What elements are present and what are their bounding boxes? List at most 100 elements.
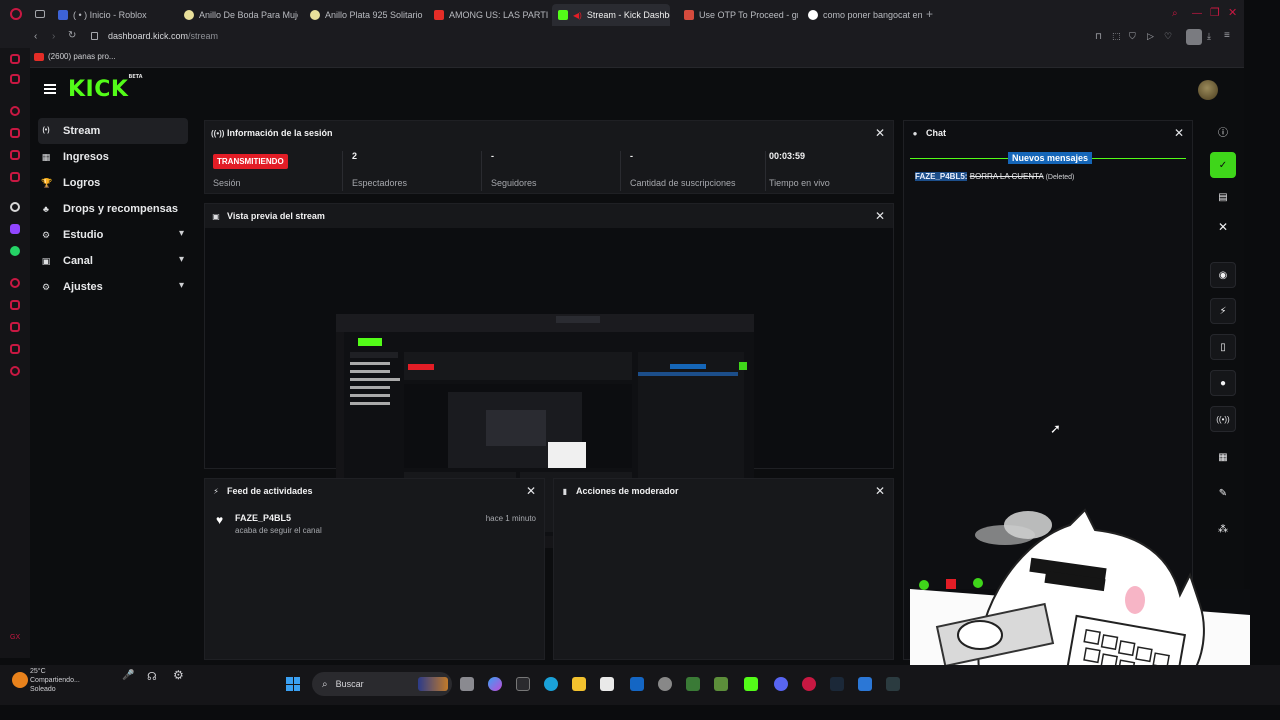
layout-icon[interactable]: ▤ bbox=[1210, 184, 1236, 210]
sidebar-item-stream[interactable]: (•) Stream bbox=[38, 118, 188, 144]
chevron-down-icon[interactable]: ▾ bbox=[179, 254, 184, 265]
more-icon[interactable]: GX bbox=[10, 634, 20, 641]
epic-games-icon[interactable] bbox=[516, 677, 530, 691]
tab-gmail[interactable]: Use OTP To Proceed - gm bbox=[678, 4, 798, 26]
info-icon[interactable]: ⓘ bbox=[1210, 118, 1236, 144]
bookmark-item[interactable]: (2600) panas pro... bbox=[48, 52, 116, 61]
close-icon[interactable]: ✕ bbox=[1174, 126, 1184, 140]
home-icon[interactable] bbox=[10, 54, 20, 64]
sidebar-item-ingresos[interactable]: ▦ Ingresos bbox=[38, 144, 188, 170]
reload-icon[interactable]: ↻ bbox=[68, 30, 76, 41]
extensions-icon[interactable] bbox=[10, 300, 20, 310]
lightning-icon[interactable]: ⚡ bbox=[1210, 298, 1236, 324]
whatsapp-icon[interactable] bbox=[10, 246, 20, 256]
opera-logo-icon[interactable] bbox=[10, 8, 22, 20]
history-side-icon[interactable] bbox=[10, 344, 20, 354]
minecraft-icon[interactable] bbox=[714, 677, 728, 691]
shield-icon[interactable]: ⛉ bbox=[1129, 31, 1136, 42]
wrench-icon[interactable]: ✎ bbox=[1210, 480, 1236, 506]
twitch-icon[interactable] bbox=[10, 224, 20, 234]
player-side-icon[interactable] bbox=[10, 172, 20, 182]
messenger-icon[interactable] bbox=[10, 150, 20, 160]
downloads-icon[interactable] bbox=[10, 322, 20, 332]
maximize-icon[interactable]: ❐ bbox=[1210, 6, 1220, 19]
search-tabs-icon[interactable]: ⌕ bbox=[1172, 8, 1178, 19]
weather-status: Compartiendo... bbox=[30, 677, 80, 684]
gear-icon[interactable]: ⚙ bbox=[173, 668, 184, 682]
file-explorer-icon[interactable] bbox=[572, 677, 586, 691]
hamburger-menu-icon[interactable] bbox=[44, 84, 56, 94]
excel-icon[interactable] bbox=[744, 677, 758, 691]
tab-label: AMONG US: LAS PARTID bbox=[449, 10, 548, 20]
tab-anillo-plata[interactable]: Anillo Plata 925 Solitario bbox=[304, 4, 424, 26]
outlook-icon[interactable] bbox=[630, 677, 644, 691]
feed-username[interactable]: FAZE_P4BL5 bbox=[235, 513, 291, 523]
close-icon[interactable]: ✕ bbox=[526, 484, 536, 498]
camera-icon[interactable]: ◉ bbox=[1210, 262, 1236, 288]
profile-avatar[interactable] bbox=[1186, 29, 1202, 45]
close-window-icon[interactable]: ✕ bbox=[1228, 6, 1237, 19]
capcut-icon[interactable] bbox=[658, 677, 672, 691]
chevron-down-icon[interactable]: ▾ bbox=[179, 228, 184, 239]
aria-icon[interactable] bbox=[10, 128, 20, 138]
copilot-icon[interactable] bbox=[488, 677, 502, 691]
edge-icon[interactable] bbox=[544, 677, 558, 691]
close-icon[interactable]: ✕ bbox=[875, 209, 885, 223]
document-icon[interactable]: ▯ bbox=[1210, 334, 1236, 360]
opera-gx-icon[interactable] bbox=[802, 677, 816, 691]
bookmark-icon[interactable]: ⊓ bbox=[1095, 31, 1102, 42]
player-icon[interactable]: ▷ bbox=[1147, 31, 1154, 42]
chatgpt-icon[interactable] bbox=[10, 202, 20, 212]
chevron-down-icon[interactable]: ▾ bbox=[179, 280, 184, 291]
history-icon[interactable] bbox=[10, 106, 20, 116]
check-icon[interactable]: ✓ bbox=[1210, 152, 1236, 178]
forward-icon[interactable]: › bbox=[52, 31, 55, 42]
session-info-panel: ((•)) Información de la sesión ✕ TRANSMI… bbox=[204, 120, 894, 194]
snapshot-icon[interactable]: ⬚ bbox=[1112, 31, 1121, 42]
weather-widget[interactable]: 25°C Compartiendo... Soleado bbox=[30, 667, 80, 694]
tab-anillo-boda[interactable]: Anillo De Boda Para Muje bbox=[178, 4, 298, 26]
minimize-icon[interactable]: — bbox=[1192, 8, 1202, 19]
microphone-icon[interactable]: 🎤 bbox=[122, 670, 134, 681]
task-view-icon[interactable] bbox=[460, 677, 474, 691]
store-icon[interactable] bbox=[600, 677, 614, 691]
audio-playing-icon[interactable]: ◀) bbox=[573, 11, 582, 20]
kick-logo[interactable]: KICKBETA bbox=[68, 74, 143, 102]
settings-side-icon[interactable] bbox=[10, 366, 20, 376]
weather-icon[interactable] bbox=[12, 672, 28, 688]
broadcast-icon[interactable]: ((•)) bbox=[1210, 406, 1236, 432]
heart-icon[interactable]: ♡ bbox=[1164, 31, 1172, 42]
minecraft-launcher-icon[interactable] bbox=[686, 677, 700, 691]
sidebar-item-icon[interactable] bbox=[10, 278, 20, 288]
new-messages-divider[interactable]: Nuevos mensajes bbox=[910, 152, 1186, 164]
tab-roblox[interactable]: ( • ) Inicio - Roblox bbox=[52, 4, 172, 26]
user-avatar[interactable] bbox=[1198, 80, 1218, 100]
headphones-icon[interactable]: ☊ bbox=[147, 670, 157, 683]
steam-icon[interactable] bbox=[830, 677, 844, 691]
chat-username[interactable]: FAZE_P4BL5: bbox=[915, 172, 968, 181]
chat-bubble-icon[interactable]: ● bbox=[1210, 370, 1236, 396]
tab-google[interactable]: como poner bangocat en bbox=[802, 4, 922, 26]
tab-youtube[interactable]: AMONG US: LAS PARTID bbox=[428, 4, 548, 26]
back-icon[interactable]: ‹ bbox=[34, 31, 37, 42]
tab-kick-dashboard[interactable]: ◀) Stream - Kick Dashbo bbox=[552, 4, 670, 26]
app-icon[interactable] bbox=[858, 677, 872, 691]
close-icon[interactable]: ✕ bbox=[875, 484, 885, 498]
tab-overview-icon[interactable] bbox=[35, 10, 45, 18]
close-icon[interactable]: ✕ bbox=[1210, 214, 1236, 240]
tabs-icon[interactable] bbox=[10, 74, 20, 84]
new-tab-icon[interactable]: + bbox=[926, 7, 933, 21]
sidebar-item-logros[interactable]: 🏆 Logros bbox=[38, 170, 188, 196]
url-field[interactable]: dashboard.kick.com/stream bbox=[108, 31, 218, 41]
windows-start-icon[interactable] bbox=[286, 677, 300, 691]
discord-icon[interactable] bbox=[774, 677, 788, 691]
close-icon[interactable]: ✕ bbox=[875, 126, 885, 140]
sidebar-item-ajustes[interactable]: ⚙ Ajustes ▾ bbox=[38, 274, 188, 300]
sidebar-item-estudio[interactable]: ⚙ Estudio ▾ bbox=[38, 222, 188, 248]
sidebar-item-canal[interactable]: ▣ Canal ▾ bbox=[38, 248, 188, 274]
menu-icon[interactable]: ≡ bbox=[1224, 30, 1230, 41]
download-icon[interactable]: ⤓ bbox=[1207, 31, 1211, 42]
sidebar-item-drops[interactable]: ♣ Drops y recompensas bbox=[38, 196, 188, 222]
tools-icon[interactable]: ▦ bbox=[1210, 444, 1236, 470]
obs-icon[interactable] bbox=[886, 677, 900, 691]
